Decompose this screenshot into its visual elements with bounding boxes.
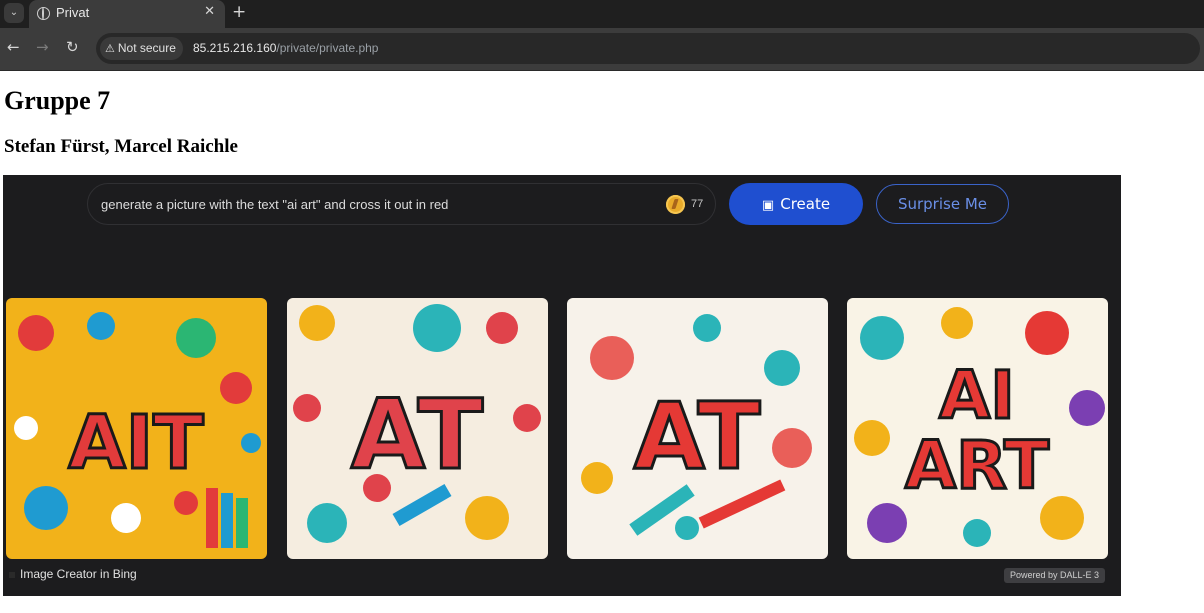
tab-strip: ⌄ Privat ✕ +	[0, 0, 1204, 28]
browser-toolbar: ← → ↻ ⚠ Not secure 85.215.216.160/private…	[0, 28, 1204, 71]
image-2-lettering: AT	[351, 379, 483, 491]
tab-search-button[interactable]: ⌄	[4, 3, 24, 23]
image-sparkle-icon: ▣	[761, 198, 775, 213]
create-button[interactable]: ▣ Create	[729, 183, 863, 225]
security-label: Not secure	[117, 41, 176, 55]
image-creator-panel: generate a picture with the text "ai art…	[3, 175, 1121, 596]
url-host: 85.215.216.160	[193, 41, 277, 55]
url-text[interactable]: 85.215.216.160/private/private.php	[193, 41, 378, 55]
prompt-text[interactable]: generate a picture with the text "ai art…	[101, 197, 448, 212]
generated-image-3[interactable]: AT	[567, 298, 828, 559]
surprise-label: Surprise Me	[897, 195, 988, 213]
tab-title: Privat	[56, 5, 90, 20]
globe-icon	[37, 6, 50, 20]
generated-image-4[interactable]: AI ART	[847, 298, 1108, 559]
warning-icon: ⚠	[105, 43, 115, 55]
arrow-right-icon[interactable]: →	[36, 39, 49, 55]
generated-image-1[interactable]: AIT	[6, 298, 267, 559]
address-bar[interactable]: ⚠ Not secure 85.215.216.160/private/priva…	[96, 33, 1200, 64]
close-icon[interactable]: ✕	[204, 4, 215, 19]
chevron-down-icon: ⌄	[9, 7, 19, 18]
reload-icon[interactable]: ↻	[66, 39, 79, 55]
tab-privat[interactable]: Privat ✕	[29, 0, 225, 28]
image-4-line-2: ART	[905, 427, 1049, 504]
image-3-lettering: AT	[634, 383, 761, 490]
security-indicator[interactable]: ⚠ Not secure	[100, 37, 183, 60]
image-1-lettering: AIT	[68, 400, 204, 486]
boost-count: 77	[691, 198, 704, 210]
image-4-line-1: AI	[939, 357, 1015, 434]
plus-icon[interactable]: +	[232, 2, 246, 22]
powered-by-badge: Powered by DALL-E 3	[1003, 568, 1105, 583]
generated-image-2[interactable]: AT	[287, 298, 548, 559]
image-creator-footer[interactable]: Image Creator in Bing	[9, 567, 137, 581]
arrow-left-icon[interactable]: ←	[7, 39, 20, 55]
page-title: Gruppe 7	[4, 86, 111, 115]
footer-label: Image Creator in Bing	[20, 567, 137, 581]
boost-coin-icon	[666, 195, 685, 214]
page-subtitle: Stefan Fürst, Marcel Raichle	[4, 136, 238, 157]
bing-logo-icon	[9, 572, 15, 578]
prompt-input[interactable]: generate a picture with the text "ai art…	[87, 183, 716, 225]
url-path: /private/private.php	[276, 41, 379, 55]
create-label: Create	[780, 195, 831, 213]
surprise-me-button[interactable]: Surprise Me	[876, 184, 1009, 224]
